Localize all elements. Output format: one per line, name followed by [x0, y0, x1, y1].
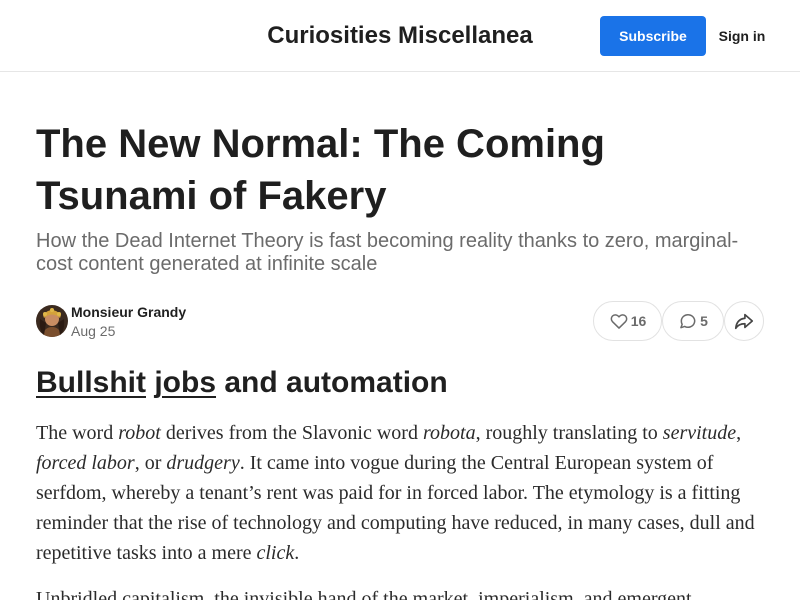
- section-heading: Bullshit jobs and automation: [36, 364, 448, 402]
- text-run: , roughly translating to: [475, 422, 663, 444]
- like-button[interactable]: 16: [593, 301, 662, 341]
- post-date: Aug 25: [71, 323, 116, 339]
- emphasis-run: click: [256, 542, 295, 564]
- author-name[interactable]: Monsieur Grandy: [71, 304, 186, 320]
- comment-count: 5: [700, 313, 708, 329]
- emphasis-run: drudgery: [166, 452, 240, 474]
- text-run: , or: [134, 452, 167, 474]
- text-run: ,: [736, 422, 742, 444]
- heart-icon: [609, 311, 629, 331]
- sign-in-button[interactable]: Sign in: [712, 16, 772, 56]
- share-arrow-icon: [733, 310, 755, 332]
- post-subtitle: How the Dead Internet Theory is fast bec…: [36, 230, 739, 275]
- emphasis-run: servitude: [662, 422, 737, 444]
- text-run: derives from the Slavonic word: [160, 422, 423, 444]
- like-count: 16: [630, 313, 647, 329]
- emphasis-run: robot: [118, 422, 161, 444]
- body-paragraph-2: Unbridled capitalism, the invisible hand…: [36, 588, 692, 600]
- avatar-image: [36, 305, 68, 337]
- author-avatar[interactable]: [36, 305, 68, 337]
- body-paragraph: The word robot derives from the Slavonic…: [36, 418, 766, 568]
- text-run: .: [294, 542, 300, 564]
- bullshit-link[interactable]: Bullshit: [36, 366, 146, 399]
- post-title: The New Normal: The Coming Tsunami of Fa…: [36, 122, 605, 218]
- comment-button[interactable]: 5: [662, 301, 724, 341]
- top-nav-bar: Curiosities Miscellanea Subscribe Sign i…: [0, 0, 800, 72]
- heading-rest: and automation: [216, 366, 448, 399]
- emphasis-run: forced labor: [36, 452, 135, 474]
- share-button[interactable]: [724, 301, 764, 341]
- text-run: The word: [36, 422, 119, 444]
- comment-bubble-icon: [678, 311, 698, 331]
- emphasis-run: robota: [422, 422, 476, 444]
- subscribe-button[interactable]: Subscribe: [600, 16, 706, 56]
- jobs-link[interactable]: jobs: [154, 366, 216, 399]
